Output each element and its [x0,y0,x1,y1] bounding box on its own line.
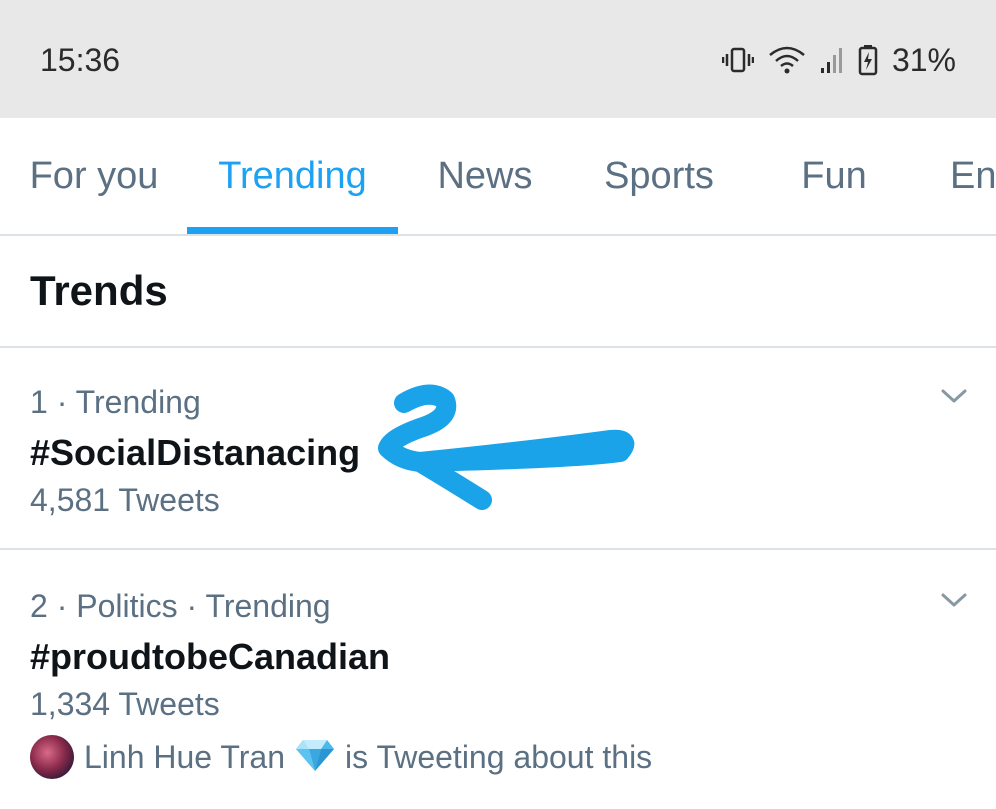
social-context-text: is Tweeting about this [345,738,653,775]
chevron-down-icon[interactable] [940,590,968,610]
trend-tweet-count: 4,581 Tweets [30,482,220,518]
tab-for-you[interactable]: For you [30,118,159,234]
status-time: 15:36 [40,42,121,78]
trend-meta: 1 · Trending [30,384,201,420]
trend-name: #proudtobeCanadian [30,636,391,677]
tab-fun[interactable]: Fun [801,118,866,234]
trend-item[interactable]: 2 · Politics · Trending #proudtobeCanadi… [0,552,996,809]
social-context: Linh Hue Tran is Tweeting about this [30,734,652,780]
status-bar: 15:36 31% [0,0,996,118]
social-context-user: Linh Hue Tran [84,738,286,775]
wifi-icon [768,45,806,75]
trend-tweet-count: 1,334 Tweets [30,686,220,722]
tab-sports[interactable]: Sports [601,118,717,234]
tab-trending[interactable]: Trending [187,118,398,234]
tab-entertainment[interactable]: Ent [950,118,996,234]
status-icons: 31% [721,40,956,80]
vibrate-icon [721,46,754,74]
trends-header: Trends [0,236,996,348]
signal-icon [820,46,844,74]
trend-name: #SocialDistanacing [30,432,361,473]
battery-percentage: 31% [891,41,956,78]
section-title: Trends [30,267,168,314]
trend-meta: 2 · Politics · Trending [30,588,331,624]
chevron-down-icon[interactable] [940,386,968,406]
explore-tabs: For you Trending News Sports Fun Ent [0,118,996,236]
avatar[interactable] [30,735,74,779]
active-tab-indicator [187,227,398,234]
trend-item[interactable]: 1 · Trending #SocialDistanacing 4,581 Tw… [0,348,996,550]
tab-news[interactable]: News [437,118,533,234]
gem-emoji-icon [295,738,335,777]
battery-charging-icon [858,44,878,76]
